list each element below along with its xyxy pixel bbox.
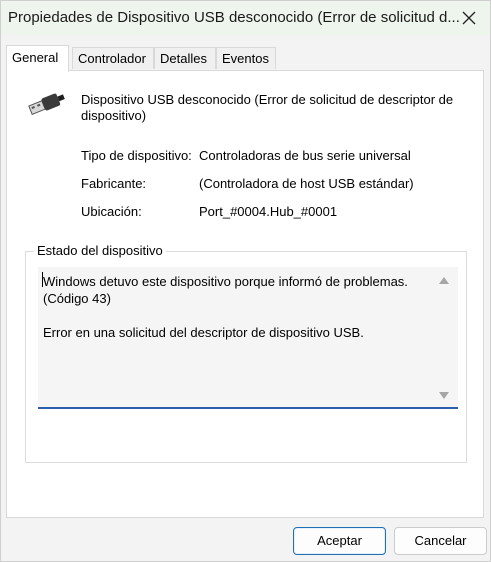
device-status-text: Windows detuvo este dispositivo porque i… xyxy=(43,274,408,340)
tab-eventos-label: Eventos xyxy=(222,51,269,66)
device-status-textarea[interactable]: Windows detuvo este dispositivo porque i… xyxy=(38,267,458,409)
close-icon xyxy=(462,11,476,25)
tab-controlador-label: Controlador xyxy=(78,51,146,66)
usb-plug-icon xyxy=(28,93,65,115)
scroll-down-arrow-icon[interactable] xyxy=(438,391,450,401)
tab-detalles[interactable]: Detalles xyxy=(154,47,216,69)
tab-general[interactable]: General xyxy=(6,45,69,72)
device-name: Dispositivo USB desconocido (Error de so… xyxy=(81,92,454,123)
general-tab-panel: Dispositivo USB desconocido (Error de so… xyxy=(6,70,484,518)
manufacturer-value: (Controladora de host USB estándar) xyxy=(199,176,414,191)
tab-detalles-label: Detalles xyxy=(160,51,207,66)
ok-button[interactable]: Aceptar xyxy=(293,527,386,555)
device-type-label: Tipo de dispositivo: xyxy=(81,148,192,163)
tab-controlador[interactable]: Controlador xyxy=(72,47,154,69)
cancel-button[interactable]: Cancelar xyxy=(394,527,487,555)
device-status-group: Estado del dispositivo Windows detuvo es… xyxy=(25,243,467,463)
close-button[interactable] xyxy=(454,3,484,33)
tab-general-label: General xyxy=(12,50,59,65)
properties-dialog: Propiedades de Dispositivo USB desconoci… xyxy=(0,0,491,562)
device-status-group-label: Estado del dispositivo xyxy=(34,243,166,258)
location-value: Port_#0004.Hub_#0001 xyxy=(199,204,338,219)
tab-eventos[interactable]: Eventos xyxy=(216,47,276,69)
location-label: Ubicación: xyxy=(81,204,142,219)
scroll-up-arrow-icon[interactable] xyxy=(438,275,450,285)
device-type-value: Controladoras de bus serie universal xyxy=(199,148,411,163)
title-bar: Propiedades de Dispositivo USB desconoci… xyxy=(1,1,490,35)
window-title: Propiedades de Dispositivo USB desconoci… xyxy=(8,9,460,26)
manufacturer-label: Fabricante: xyxy=(81,176,147,191)
